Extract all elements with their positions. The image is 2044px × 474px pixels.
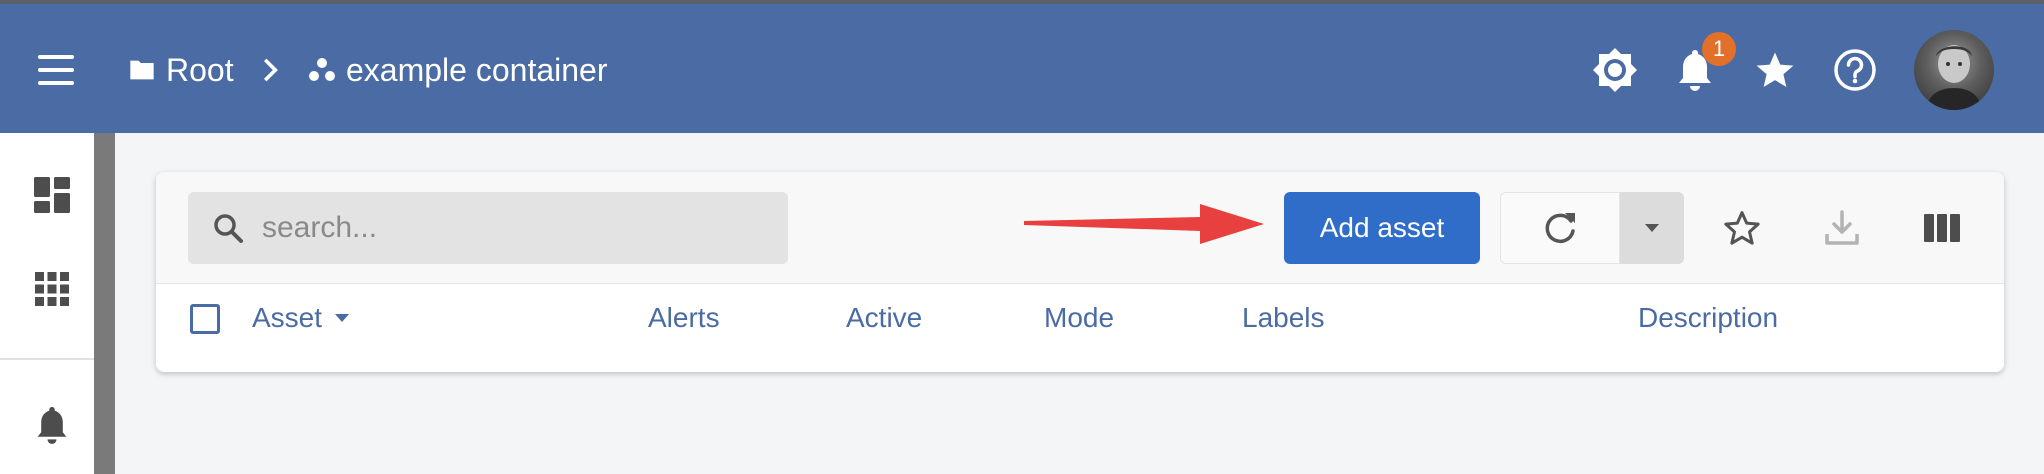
apps-grid-icon — [35, 272, 69, 306]
folder-icon — [130, 60, 154, 80]
chevron-right-icon — [263, 58, 278, 82]
sidebar-item-alerts[interactable] — [22, 395, 82, 455]
theme-toggle-button[interactable] — [1587, 42, 1643, 98]
select-all-checkbox[interactable] — [190, 304, 220, 334]
annotation-arrow — [1024, 204, 1264, 244]
refresh-button[interactable] — [1500, 192, 1620, 264]
search-input[interactable] — [262, 211, 782, 245]
search-icon — [214, 214, 243, 243]
menu-bar-line — [38, 68, 74, 72]
refresh-icon — [1545, 213, 1575, 244]
download-icon — [1825, 210, 1859, 245]
refresh-options-dropdown[interactable] — [1620, 192, 1684, 264]
caret-down-icon — [1645, 224, 1659, 232]
brightness-icon — [1593, 48, 1637, 92]
top-bar: Root example container 1 — [0, 0, 2044, 133]
sidebar-item-dashboard[interactable] — [22, 165, 82, 225]
star-outline-icon — [1724, 211, 1760, 245]
container-icon — [309, 58, 335, 81]
notification-count-badge: 1 — [1702, 32, 1736, 66]
favorites-button[interactable] — [1747, 42, 1803, 98]
sidebar — [0, 133, 94, 474]
favorite-button[interactable] — [1712, 198, 1772, 258]
help-button[interactable] — [1827, 42, 1883, 98]
column-header-labels[interactable]: Labels — [1242, 302, 1325, 334]
column-header-label: Asset — [252, 302, 323, 333]
breadcrumb-root-label: Root — [166, 51, 234, 88]
download-button[interactable] — [1812, 198, 1872, 258]
bell-icon — [37, 407, 67, 444]
columns-button[interactable] — [1912, 198, 1972, 258]
sidebar-item-apps[interactable] — [22, 259, 82, 319]
sort-caret-down-icon — [335, 314, 350, 322]
column-header-mode[interactable]: Mode — [1044, 302, 1114, 334]
search-box[interactable] — [188, 192, 788, 264]
add-asset-button[interactable]: Add asset — [1284, 192, 1480, 264]
columns-icon — [1924, 214, 1960, 242]
column-header-asset[interactable]: Asset — [252, 302, 350, 334]
hamburger-menu-button[interactable] — [28, 46, 84, 94]
sidebar-divider — [0, 358, 94, 360]
user-portrait-icon — [1926, 45, 1982, 110]
sidebar-edge — [94, 133, 115, 474]
breadcrumb-separator — [262, 48, 290, 92]
column-header-description[interactable]: Description — [1638, 302, 1778, 334]
column-header-active[interactable]: Active — [846, 302, 922, 334]
help-circle-icon — [1834, 49, 1876, 91]
star-icon — [1756, 52, 1794, 87]
breadcrumb-root[interactable]: Root — [128, 48, 234, 92]
breadcrumb-container-label: example container — [346, 51, 608, 88]
user-avatar[interactable] — [1914, 30, 1994, 110]
menu-bar-line — [38, 81, 74, 85]
hamburger-menu-icon — [38, 55, 74, 59]
breadcrumb-container[interactable]: example container — [308, 48, 607, 92]
dashboard-icon — [34, 177, 70, 213]
column-header-alerts[interactable]: Alerts — [648, 302, 720, 334]
